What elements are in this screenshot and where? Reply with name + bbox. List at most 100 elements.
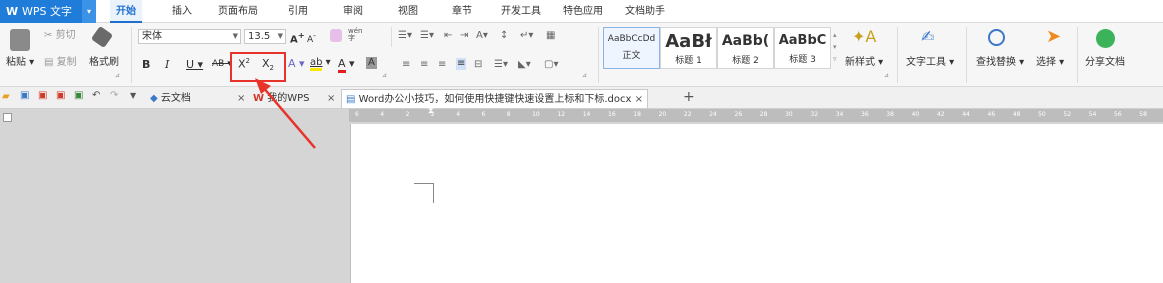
tab-document[interactable]: ▤ Word办公小技巧，如何使用快捷键快速设置上标和下标.docx × bbox=[341, 89, 648, 108]
align-left-icon[interactable]: ≡ bbox=[402, 60, 410, 70]
sort-icon[interactable]: ↕ bbox=[500, 31, 508, 41]
ruler-tick: 58 bbox=[1139, 111, 1147, 118]
ruler-tick: 4 bbox=[380, 111, 385, 118]
style-heading3[interactable]: AaBbC 标题 3 bbox=[774, 27, 831, 69]
pdf-export-icon[interactable]: ▣ bbox=[38, 91, 47, 101]
open-folder-icon[interactable]: ▰ bbox=[2, 92, 10, 102]
menu-review[interactable]: 审阅 bbox=[343, 0, 363, 23]
horizontal-ruler[interactable]: ⧗ 6 4 2 2 4 6 8 10 12 14 16 18 20 22 24 26 28 30 32 34 36 38 4… bbox=[349, 107, 1163, 122]
document-page[interactable] bbox=[350, 124, 1163, 283]
find-replace-icon[interactable] bbox=[988, 29, 1005, 49]
app-title: WPS 文字 bbox=[21, 5, 72, 18]
menu-home[interactable]: 开始 bbox=[110, 0, 142, 23]
line-spacing-icon[interactable]: ☰▾ bbox=[494, 60, 508, 70]
share-icon[interactable] bbox=[1096, 29, 1115, 51]
increase-indent-icon[interactable]: ⇥ bbox=[460, 31, 468, 41]
font-dialog-launcher-icon[interactable]: ⊿ bbox=[382, 73, 387, 79]
align-right-icon[interactable]: ≡ bbox=[438, 60, 446, 70]
chevron-down-icon[interactable]: ▾ bbox=[82, 0, 96, 23]
close-icon[interactable]: × bbox=[237, 94, 245, 104]
format-painter-icon[interactable] bbox=[90, 25, 114, 49]
text-effect-button[interactable]: A ▾ bbox=[288, 58, 305, 69]
text-tools-button[interactable]: 文字工具 ▾ bbox=[906, 58, 954, 68]
menu-page-layout[interactable]: 页面布局 bbox=[218, 0, 258, 23]
style-gallery-scroll[interactable]: ▴ ▾ ▿ bbox=[833, 29, 837, 65]
new-style-button[interactable]: 新样式 ▾ bbox=[845, 58, 883, 68]
redo-icon[interactable]: ↷ bbox=[110, 91, 118, 101]
table-borders-icon[interactable]: ▦ bbox=[546, 31, 555, 41]
style-heading1[interactable]: AaBł 标题 1 bbox=[660, 27, 717, 69]
align-center-icon[interactable]: ≡ bbox=[420, 60, 428, 70]
phonetic-guide-button[interactable]: wén 字 bbox=[348, 28, 362, 42]
bullets-icon[interactable]: ☰▾ bbox=[398, 31, 412, 41]
new-style-icon[interactable]: ✦A bbox=[852, 29, 876, 45]
chinese-layout-icon[interactable]: A▾ bbox=[476, 31, 488, 41]
menu-developer[interactable]: 开发工具 bbox=[501, 0, 541, 23]
cut-button[interactable]: ✂ 剪切 bbox=[44, 31, 76, 41]
quick-access-dropdown-icon[interactable]: ▼ bbox=[130, 92, 136, 100]
show-marks-icon[interactable]: ↵▾ bbox=[520, 31, 533, 41]
copy-button[interactable]: ▤ 复制 bbox=[44, 58, 77, 68]
text-tools-icon[interactable]: ✍ bbox=[921, 29, 934, 45]
highlight-button[interactable]: ab ▾ bbox=[310, 57, 331, 71]
ruler-tick: 40 bbox=[911, 111, 920, 118]
menu-special[interactable]: 特色应用 bbox=[563, 0, 603, 23]
tab-my-wps[interactable]: W 我的WPS bbox=[253, 89, 309, 108]
undo-icon[interactable]: ↶ bbox=[92, 91, 100, 101]
print-preview-icon[interactable]: ▣ bbox=[74, 91, 83, 101]
save-icon[interactable]: ▣ bbox=[20, 91, 29, 101]
menu-doc-assistant[interactable]: 文档助手 bbox=[625, 0, 665, 23]
select-button[interactable]: 选择 ▾ bbox=[1036, 58, 1064, 68]
numbering-icon[interactable]: ☰▾ bbox=[420, 31, 434, 41]
clear-format-icon[interactable] bbox=[330, 29, 342, 45]
shading-icon[interactable]: ◣▾ bbox=[518, 60, 531, 70]
menu-chapter[interactable]: 章节 bbox=[452, 0, 472, 23]
ruler-tick: 24 bbox=[709, 111, 717, 118]
app-menu-button[interactable]: W WPS 文字 ▾ bbox=[0, 0, 96, 23]
styles-dialog-launcher-icon[interactable]: ⊿ bbox=[884, 73, 889, 79]
distribute-icon[interactable]: ⊟ bbox=[474, 60, 482, 70]
print-icon[interactable]: ▣ bbox=[56, 91, 65, 101]
ruler-tick: 22 bbox=[683, 111, 692, 118]
new-tab-button[interactable]: + bbox=[683, 90, 695, 104]
strikethrough-button[interactable]: AB ▾ bbox=[212, 60, 232, 69]
font-size-value: 13.5 bbox=[248, 31, 271, 42]
italic-button[interactable]: I bbox=[165, 59, 169, 70]
font-size-select[interactable]: 13.5 ▼ bbox=[244, 29, 286, 44]
style-normal[interactable]: AaBbCcDd 正文 bbox=[603, 27, 660, 69]
close-icon[interactable]: × bbox=[327, 94, 335, 104]
cloud-doc-icon: ◆ bbox=[150, 93, 158, 104]
share-button[interactable]: 分享文档 bbox=[1085, 58, 1125, 68]
paste-button[interactable]: 粘贴 ▾ bbox=[6, 58, 34, 68]
ruler-tick: 14 bbox=[582, 111, 591, 118]
style-sample: AaBbCcDd bbox=[607, 34, 656, 44]
shrink-font-button[interactable]: A- bbox=[307, 32, 316, 45]
close-icon[interactable]: × bbox=[635, 94, 643, 105]
paste-icon[interactable] bbox=[10, 29, 30, 54]
format-painter-button[interactable]: 格式刷 bbox=[89, 58, 119, 68]
menu-insert[interactable]: 插入 bbox=[172, 0, 192, 23]
decrease-indent-icon[interactable]: ⇤ bbox=[444, 31, 452, 41]
menu-view[interactable]: 视图 bbox=[398, 0, 418, 23]
find-replace-button[interactable]: 查找替换 ▾ bbox=[976, 58, 1024, 68]
grow-font-button[interactable]: A+ bbox=[290, 31, 305, 45]
select-cursor-icon[interactable]: ➤ bbox=[1046, 28, 1061, 46]
font-family-select[interactable]: 宋体 ▼ bbox=[138, 29, 241, 44]
style-name: 正文 bbox=[622, 51, 641, 61]
menu-references[interactable]: 引用 bbox=[288, 0, 308, 23]
bold-button[interactable]: B bbox=[142, 59, 150, 70]
ruler-tick: 6 bbox=[481, 111, 486, 118]
clipboard-dialog-launcher-icon[interactable]: ⊿ bbox=[115, 73, 120, 79]
font-color-button[interactable]: A ▾ bbox=[338, 57, 355, 73]
paragraph-dialog-launcher-icon[interactable]: ⊿ bbox=[582, 73, 587, 79]
tab-stop-selector-icon[interactable] bbox=[3, 113, 12, 122]
char-shading-button[interactable]: A bbox=[366, 57, 377, 69]
style-name: 标题 3 bbox=[789, 55, 816, 65]
justify-icon[interactable]: ≡ bbox=[456, 58, 467, 70]
underline-button[interactable]: U ▾ bbox=[186, 59, 203, 70]
tab-cloud-docs[interactable]: ◆ 云文档 bbox=[150, 89, 191, 108]
borders-icon[interactable]: ▢▾ bbox=[544, 60, 558, 70]
ruler-tick: 16 bbox=[608, 111, 616, 118]
style-heading2[interactable]: AaBb( 标题 2 bbox=[717, 27, 774, 69]
ruler-tick: 46 bbox=[987, 111, 996, 118]
